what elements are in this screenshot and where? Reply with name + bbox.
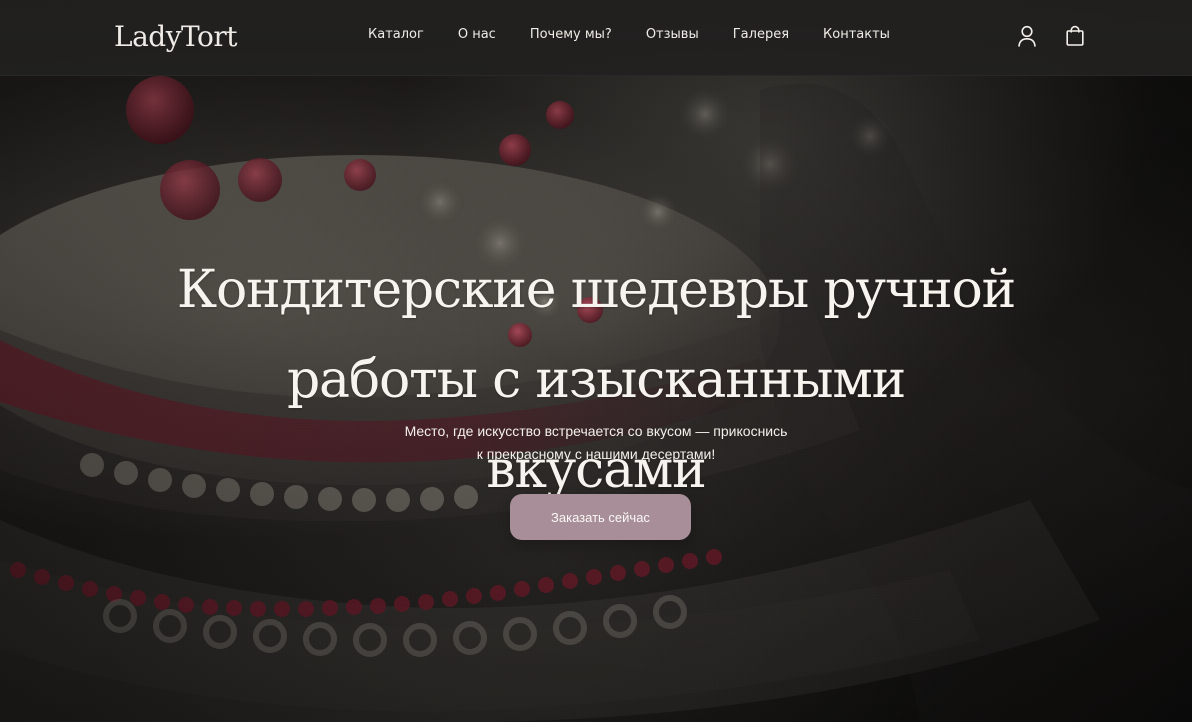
site-header: LadyTort Каталог О нас Почему мы? Отзывы…: [0, 0, 1192, 76]
landing-page: LadyTort Каталог О нас Почему мы? Отзывы…: [0, 0, 1192, 722]
nav-item-catalog[interactable]: Каталог: [368, 27, 424, 42]
header-actions: [1016, 24, 1086, 48]
hero-title-line-1: Кондитерские шедевры ручной: [176, 260, 1016, 320]
main-navigation: Каталог О нас Почему мы? Отзывы Галерея …: [368, 27, 890, 42]
hero-title: Кондитерские шедевры ручной работы с изы…: [170, 245, 1022, 515]
hero-section: Кондитерские шедевры ручной работы с изы…: [0, 0, 1192, 722]
nav-item-why-us[interactable]: Почему мы?: [530, 27, 612, 42]
user-icon[interactable]: [1016, 24, 1038, 48]
nav-item-contacts[interactable]: Контакты: [823, 27, 890, 42]
hero-subtitle-line-1: Место, где искусство встречается со вкус…: [404, 423, 788, 439]
nav-item-about[interactable]: О нас: [458, 27, 496, 42]
nav-item-gallery[interactable]: Галерея: [733, 27, 789, 42]
order-now-button[interactable]: Заказать сейчас: [510, 494, 691, 540]
hero-subtitle: Место, где искусство встречается со вкус…: [346, 420, 846, 466]
brand-logo[interactable]: LadyTort: [114, 20, 238, 53]
shopping-bag-icon[interactable]: [1064, 24, 1086, 48]
nav-item-reviews[interactable]: Отзывы: [646, 27, 699, 42]
hero-subtitle-line-2: к прекрасному с нашими десертами!: [476, 446, 716, 462]
